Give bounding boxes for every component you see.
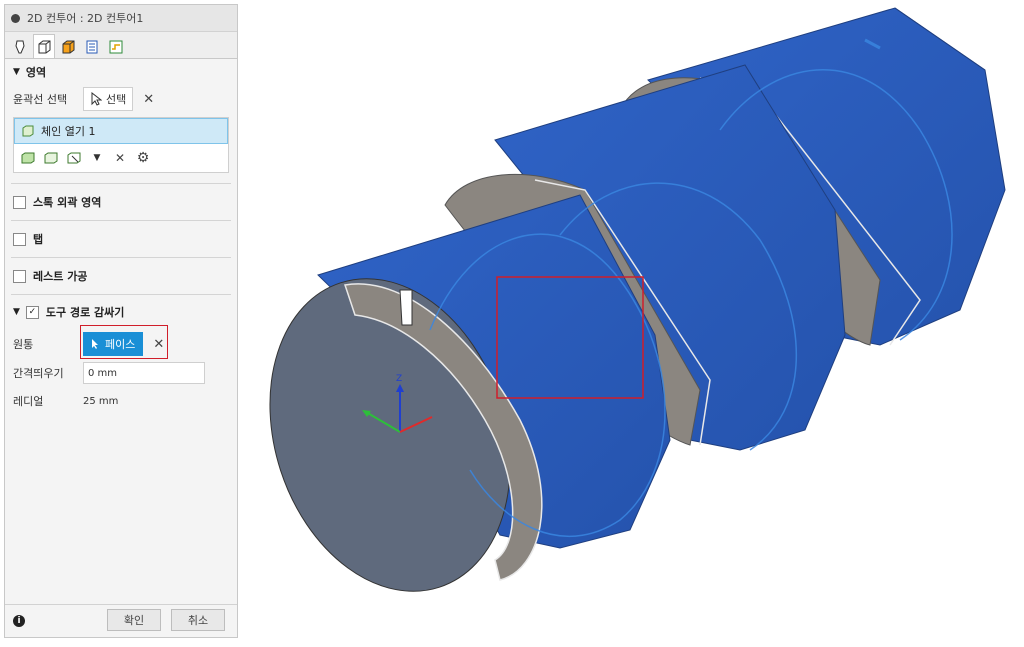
passes-icon [86,40,98,54]
contour-selection-label: 윤곽선 선택 [13,93,68,106]
gap-input[interactable]: 0 mm [83,362,205,384]
select-button-label: 선택 [106,93,127,106]
dialog-tabs [5,32,237,59]
tab-linking[interactable] [105,36,127,58]
geometry-icon [38,40,51,53]
contour-select-button[interactable]: 선택 [83,87,134,111]
part-model-canvas[interactable]: Z [240,0,1024,643]
shape-outline-icon [44,152,58,164]
3d-viewport[interactable]: Z [240,0,1024,643]
gap-label: 간격띄우기 [13,367,64,380]
tab-heights[interactable] [57,36,79,58]
chain-list: 체인 열기 1 ▼ ✕ ⚙ [13,117,229,173]
tabs-label: 탭 [33,233,44,246]
chain-item[interactable]: 체인 열기 1 [14,118,228,144]
radial-label: 레디얼 [13,395,44,408]
clear-contour-icon[interactable]: ✕ [143,92,154,107]
tool-icon [15,40,25,54]
tab-passes[interactable] [81,36,103,58]
cursor-arrow-icon [91,92,102,106]
cancel-button[interactable]: 취소 [171,609,225,631]
collapse-triangle-icon: ▼ [13,307,20,317]
close-icon: ✕ [114,151,126,165]
tabs-option-row[interactable]: 탭 [5,221,237,257]
rest-machining-checkbox[interactable] [13,269,26,283]
gap-row: 간격띄우기 0 mm [5,359,237,387]
contour-selection-row: 윤곽선 선택 선택 ✕ [5,85,237,113]
ok-button[interactable]: 확인 [107,609,161,631]
wrap-toolpath-checkbox[interactable]: ✓ [25,305,39,319]
wrap-toolpath-label: 도구 경로 감싸기 [45,306,125,319]
stock-contour-label: 스톡 외곽 영역 [33,196,102,209]
cylinder-section-front [269,194,671,592]
cylinder-label: 원통 [13,338,34,351]
heights-icon [62,40,75,54]
dialog-footer: i 확인 취소 [5,604,237,637]
z-axis-label: Z [396,374,402,384]
tab-geometry[interactable] [33,34,55,58]
geometry-section-header[interactable]: ▼ 영역 [5,59,237,85]
radial-row: 레디얼 25 mm [5,387,237,415]
rest-machining-row[interactable]: 레스트 가공 [5,258,237,294]
tab-tool[interactable] [9,36,31,58]
chain-shape-icon [22,125,34,137]
chain-tool-3[interactable] [64,148,84,168]
shape-select-icon [67,152,81,164]
dialog-titlebar: 2D 컨투어 : 2D 컨투어1 [5,5,237,32]
chain-item-label: 체인 열기 1 [41,125,96,138]
stock-contour-row[interactable]: 스톡 외곽 영역 [5,184,237,220]
face-button-highlight [80,325,168,359]
info-icon[interactable]: i [13,615,25,627]
wrap-toolpath-header[interactable]: ▼ ✓ 도구 경로 감싸기 [5,295,237,329]
geometry-section-title: 영역 [25,66,47,79]
chain-tool-2[interactable] [41,148,61,168]
linking-icon [109,40,123,54]
chain-tool-1[interactable] [18,148,38,168]
radial-value: 25 mm [83,395,119,407]
chain-toolbar: ▼ ✕ ⚙ [14,144,228,172]
stock-contour-checkbox[interactable] [13,195,26,209]
chain-delete[interactable]: ✕ [110,148,130,168]
operation-dialog: 2D 컨투어 : 2D 컨투어1 ▼ 영역 윤곽선 선택 선택 ✕ 체인 열기 … [4,4,238,638]
dialog-title: 2D 컨투어 : 2D 컨투어1 [27,12,144,25]
chain-settings[interactable]: ⚙ [133,148,153,168]
rest-machining-label: 레스트 가공 [33,270,88,283]
chevron-down-icon: ▼ [93,153,101,163]
collapse-triangle-icon: ▼ [13,67,20,77]
collapse-dot-icon[interactable] [11,13,20,23]
gear-icon: ⚙ [136,150,150,166]
tabs-checkbox[interactable] [13,232,26,246]
shape-green-icon [21,152,35,164]
chain-dropdown[interactable]: ▼ [87,148,107,168]
